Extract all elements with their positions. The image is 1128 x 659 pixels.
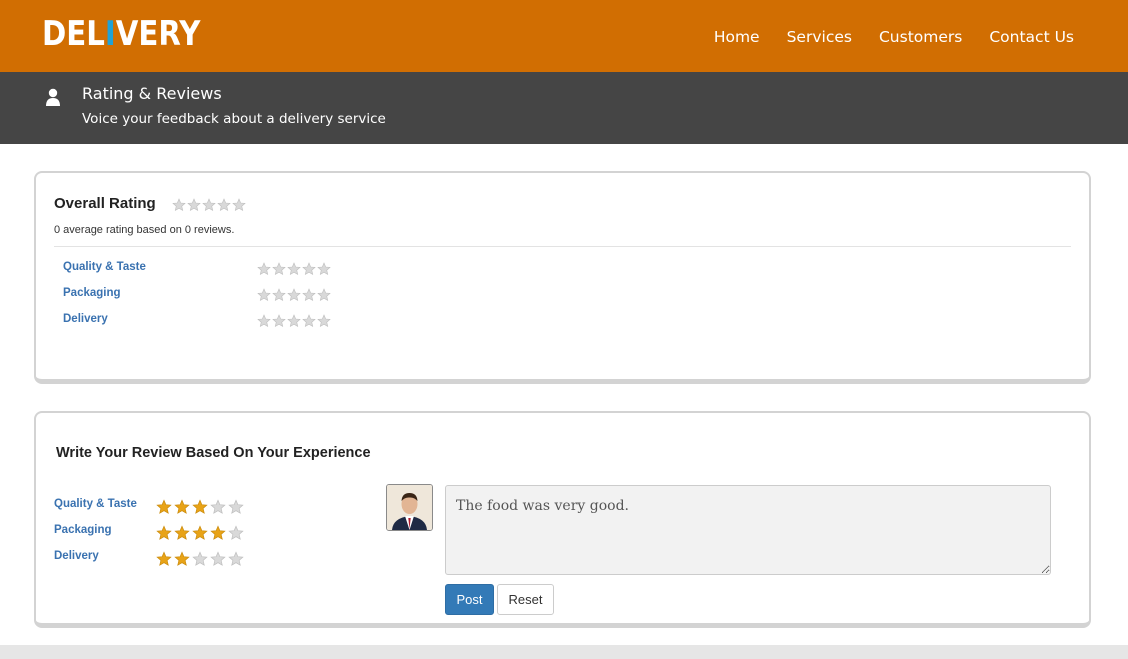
- star-empty-icon: [257, 262, 271, 276]
- user-avatar: [386, 484, 433, 531]
- star-empty-icon[interactable]: [210, 551, 227, 568]
- overall-stars-delivery: [257, 314, 332, 328]
- overall-label-quality-taste: Quality & Taste: [63, 261, 146, 273]
- logo-text-part1: DEL: [42, 14, 105, 54]
- star-empty-icon: [302, 314, 316, 328]
- star-empty-icon: [287, 288, 301, 302]
- star-filled-icon[interactable]: [156, 551, 173, 568]
- star-empty-icon: [317, 262, 331, 276]
- star-empty-icon[interactable]: [228, 551, 245, 568]
- brand-logo[interactable]: DELIVERY: [42, 14, 200, 54]
- footer-strip: [0, 645, 1128, 659]
- logo-text-part2: VERY: [115, 14, 201, 54]
- star-empty-icon[interactable]: [228, 499, 245, 516]
- nav-home[interactable]: Home: [714, 26, 760, 48]
- star-empty-icon[interactable]: [210, 499, 227, 516]
- overall-label-delivery: Delivery: [63, 313, 108, 325]
- divider: [54, 246, 1071, 247]
- reset-button[interactable]: Reset: [497, 584, 554, 615]
- main-nav: Home Services Customers Contact Us: [687, 26, 1074, 48]
- overall-stars-packaging: [257, 288, 332, 302]
- star-empty-icon: [302, 288, 316, 302]
- star-empty-icon: [257, 314, 271, 328]
- review-stars-delivery[interactable]: [156, 551, 246, 568]
- page-subtitle: Voice your feedback about a delivery ser…: [82, 111, 386, 127]
- page-header: [0, 72, 1128, 144]
- top-navbar: DELIVERY Home Services Customers Contact…: [0, 0, 1128, 72]
- star-empty-icon: [287, 314, 301, 328]
- overall-rating-summary: 0 average rating based on 0 reviews.: [54, 224, 235, 236]
- star-empty-icon: [302, 262, 316, 276]
- star-empty-icon: [272, 314, 286, 328]
- review-label-quality-taste: Quality & Taste: [54, 498, 137, 510]
- star-filled-icon[interactable]: [192, 525, 209, 542]
- star-empty-icon: [272, 288, 286, 302]
- star-empty-icon[interactable]: [228, 525, 245, 542]
- star-empty-icon: [257, 288, 271, 302]
- star-empty-icon: [187, 198, 201, 212]
- review-stars-packaging[interactable]: [156, 525, 246, 542]
- star-empty-icon: [202, 198, 216, 212]
- star-empty-icon: [217, 198, 231, 212]
- star-filled-icon[interactable]: [174, 551, 191, 568]
- review-stars-quality-taste[interactable]: [156, 499, 246, 516]
- user-icon: [45, 88, 61, 106]
- nav-services[interactable]: Services: [787, 26, 852, 48]
- nav-contact-us[interactable]: Contact Us: [989, 26, 1074, 48]
- review-form-title: Write Your Review Based On Your Experien…: [56, 445, 371, 461]
- star-empty-icon: [317, 314, 331, 328]
- page-title: Rating & Reviews: [82, 84, 222, 103]
- overall-rating-stars: [172, 198, 247, 212]
- review-textarea[interactable]: The food was very good.: [445, 485, 1051, 575]
- overall-label-packaging: Packaging: [63, 287, 121, 299]
- nav-customers[interactable]: Customers: [879, 26, 962, 48]
- write-review-panel: Write Your Review Based On Your Experien…: [34, 411, 1091, 628]
- post-button[interactable]: Post: [445, 584, 494, 615]
- star-empty-icon[interactable]: [192, 551, 209, 568]
- star-filled-icon[interactable]: [156, 499, 173, 516]
- overall-rating-panel: Overall Rating 0 average rating based on…: [34, 171, 1091, 384]
- star-empty-icon: [232, 198, 246, 212]
- star-empty-icon: [317, 288, 331, 302]
- star-filled-icon[interactable]: [174, 499, 191, 516]
- star-filled-icon[interactable]: [210, 525, 227, 542]
- review-label-packaging: Packaging: [54, 524, 112, 536]
- logo-text-accent: I: [104, 14, 116, 54]
- star-empty-icon: [272, 262, 286, 276]
- star-filled-icon[interactable]: [156, 525, 173, 542]
- star-filled-icon[interactable]: [174, 525, 191, 542]
- star-filled-icon[interactable]: [192, 499, 209, 516]
- review-label-delivery: Delivery: [54, 550, 99, 562]
- star-empty-icon: [287, 262, 301, 276]
- overall-stars-quality-taste: [257, 262, 332, 276]
- star-empty-icon: [172, 198, 186, 212]
- overall-rating-title: Overall Rating: [54, 195, 156, 212]
